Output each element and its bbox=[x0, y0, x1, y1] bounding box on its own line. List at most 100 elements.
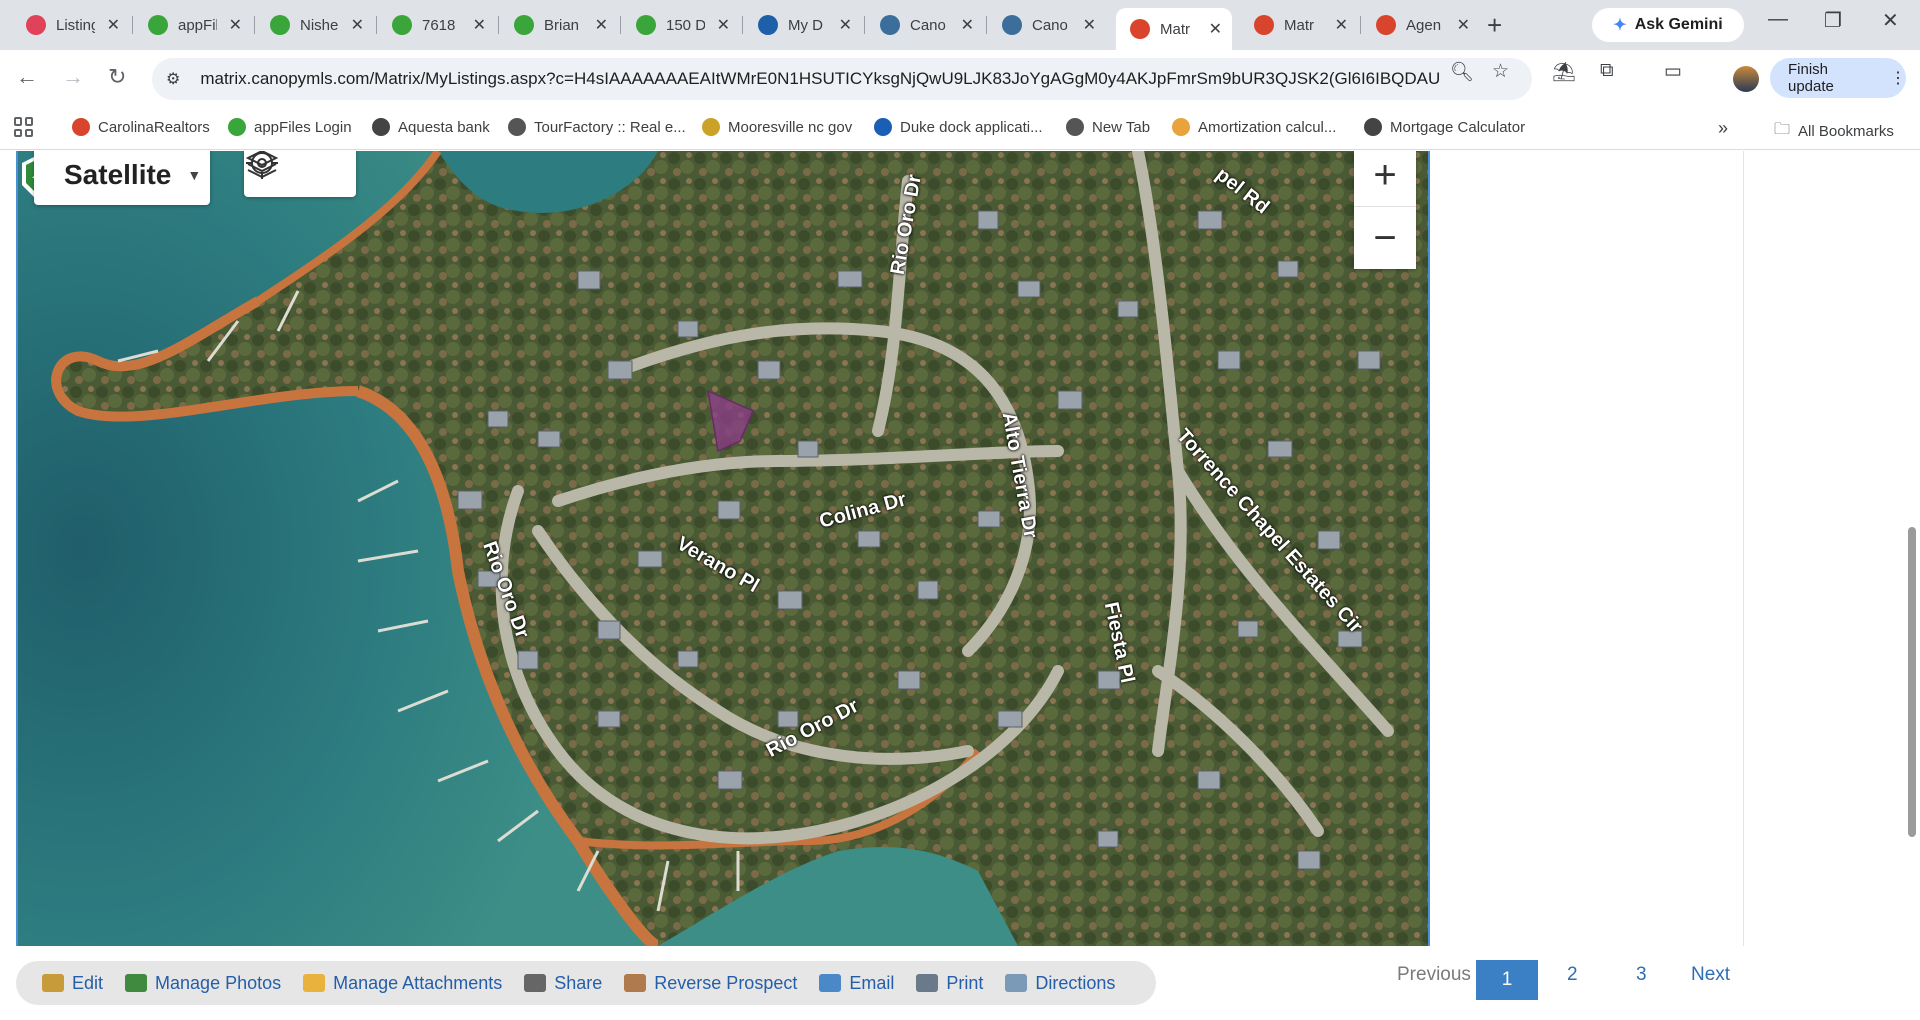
forward-icon[interactable]: → bbox=[62, 64, 84, 90]
close-tab-icon[interactable]: ✕ bbox=[961, 15, 974, 35]
bookmark-star-icon[interactable]: ☆ bbox=[1492, 60, 1509, 83]
profile-avatar[interactable] bbox=[1733, 66, 1759, 92]
tab-title: Cano bbox=[910, 16, 946, 34]
browser-tab[interactable]: Agen ✕ bbox=[1362, 8, 1480, 42]
extension-icon[interactable]: ⛱ bbox=[1552, 60, 1576, 84]
bookmark-label: Mooresville nc gov bbox=[728, 118, 853, 136]
close-tab-icon[interactable]: ✕ bbox=[351, 15, 364, 35]
bookmark-favicon-icon bbox=[874, 118, 892, 136]
browser-tab[interactable]: Nishe ✕ bbox=[256, 8, 374, 42]
tab-title: Listings bbox=[56, 16, 95, 34]
tab-separator bbox=[376, 16, 377, 34]
bookmark-item[interactable]: Mooresville nc gov bbox=[702, 118, 852, 136]
manage-photos-button[interactable]: Manage Photos bbox=[125, 973, 281, 994]
zoom-lens-icon[interactable]: 🔍︎ bbox=[1450, 60, 1474, 84]
extensions-puzzle-icon[interactable]: ⧉ bbox=[1600, 60, 1614, 82]
browser-tab[interactable]: Brian ✕ bbox=[500, 8, 618, 42]
bookmark-favicon-icon bbox=[702, 118, 720, 136]
url-text[interactable]: matrix.canopymls.com/Matrix/MyListings.a… bbox=[200, 69, 1440, 89]
reload-icon[interactable]: ↻ bbox=[108, 64, 126, 90]
close-tab-icon[interactable]: ✕ bbox=[1335, 15, 1348, 35]
browser-tab[interactable]: appFiles ✕ bbox=[134, 8, 252, 42]
bookmark-label: Mortgage Calculator bbox=[1390, 118, 1526, 136]
tab-title: Agen bbox=[1406, 16, 1442, 34]
action-label: Directions bbox=[1035, 972, 1116, 993]
back-icon[interactable]: ← bbox=[16, 64, 38, 90]
tab-title: 150 D bbox=[666, 16, 705, 34]
close-tab-icon[interactable]: ✕ bbox=[473, 15, 486, 35]
bookmark-item[interactable]: Aquesta bank bbox=[372, 118, 490, 136]
bookmark-item[interactable]: Duke dock applicati... bbox=[874, 118, 1043, 136]
pager-page-2[interactable]: 2 bbox=[1567, 964, 1578, 986]
close-tab-icon[interactable]: ✕ bbox=[595, 15, 608, 35]
close-tab-icon[interactable]: ✕ bbox=[1083, 15, 1096, 35]
email-button[interactable]: Email bbox=[819, 973, 894, 994]
tab-title: Cano bbox=[1032, 16, 1068, 34]
pager-previous[interactable]: Previous bbox=[1397, 964, 1471, 986]
apps-grid-icon[interactable] bbox=[14, 117, 34, 137]
finish-update-label: Finish update bbox=[1788, 61, 1834, 95]
listing-action-bar: Edit Manage Photos Manage Attachments Share… bbox=[16, 961, 1156, 1005]
pager-page-1[interactable]: 1 bbox=[1476, 960, 1538, 1000]
bookmark-label: Amortization calcul... bbox=[1198, 118, 1337, 136]
close-tab-icon[interactable]: ✕ bbox=[717, 15, 730, 35]
bookmark-item[interactable]: appFiles Login bbox=[228, 118, 352, 136]
close-tab-icon[interactable]: ✕ bbox=[107, 15, 120, 35]
restore-icon[interactable]: ❐ bbox=[1824, 8, 1842, 33]
canopy-icon bbox=[1002, 15, 1022, 35]
map-type-dropdown[interactable]: Satellite ▼ bbox=[34, 151, 210, 205]
close-tab-icon[interactable]: ✕ bbox=[1209, 19, 1222, 39]
scrollbar-thumb[interactable] bbox=[1908, 527, 1916, 837]
browser-tab[interactable]: Matr ✕ bbox=[1116, 8, 1232, 50]
tab-separator bbox=[132, 16, 133, 34]
zoom-out-button[interactable]: − bbox=[1354, 207, 1416, 269]
browser-tab[interactable]: Matr ✕ bbox=[1240, 8, 1358, 42]
edit-button[interactable]: Edit bbox=[42, 973, 103, 994]
bookmark-item[interactable]: TourFactory :: Real e... bbox=[508, 118, 686, 136]
new-tab-button[interactable]: + bbox=[1487, 10, 1502, 41]
pager-page-3[interactable]: 3 bbox=[1636, 964, 1647, 986]
canopy-icon bbox=[880, 15, 900, 35]
action-label: Edit bbox=[72, 972, 104, 993]
minimize-icon[interactable]: — bbox=[1768, 8, 1788, 31]
close-tab-icon[interactable]: ✕ bbox=[229, 15, 242, 35]
close-tab-icon[interactable]: ✕ bbox=[839, 15, 852, 35]
map-tools bbox=[244, 151, 356, 197]
bookmark-item[interactable]: Amortization calcul... bbox=[1172, 118, 1336, 136]
all-bookmarks-button[interactable]: 🗀 All Bookmarks bbox=[1774, 118, 1894, 145]
browser-tab[interactable]: 7618 ✕ bbox=[378, 8, 496, 42]
manage-attachments-button[interactable]: Manage Attachments bbox=[303, 973, 502, 994]
browser-tab[interactable]: Cano ✕ bbox=[988, 8, 1106, 42]
tab-separator bbox=[498, 16, 499, 34]
bookmark-item[interactable]: New Tab bbox=[1066, 118, 1150, 136]
reverse-prospect-button[interactable]: Reverse Prospect bbox=[624, 973, 797, 994]
share-button[interactable]: Share bbox=[524, 973, 602, 994]
bookmark-item[interactable]: CarolinaRealtors bbox=[72, 118, 210, 136]
pager-next[interactable]: Next bbox=[1691, 964, 1730, 986]
close-tab-icon[interactable]: ✕ bbox=[1457, 15, 1470, 35]
bookmark-label: New Tab bbox=[1092, 118, 1151, 136]
bookmark-label: Duke dock applicati... bbox=[900, 118, 1043, 136]
finish-update-button[interactable]: Finish update ⋮ bbox=[1770, 58, 1906, 98]
appfiles-icon bbox=[270, 15, 290, 35]
cast-icon[interactable]: ▭ bbox=[1664, 60, 1682, 83]
bookmark-favicon-icon bbox=[1066, 118, 1084, 136]
address-bar[interactable]: ⚙ matrix.canopymls.com/Matrix/MyListings… bbox=[152, 58, 1532, 100]
bookmark-item[interactable]: Mortgage Calculator bbox=[1364, 118, 1525, 136]
ask-gemini-button[interactable]: ✦ Ask Gemini bbox=[1592, 8, 1744, 42]
tab-title: Brian bbox=[544, 16, 580, 34]
share-icon bbox=[524, 974, 547, 992]
browser-tab[interactable]: My D ✕ bbox=[744, 8, 862, 42]
browser-tab[interactable]: Listings ✕ bbox=[12, 8, 130, 42]
tab-title: 7618 bbox=[422, 16, 456, 34]
bookmarks-overflow-icon[interactable]: » bbox=[1718, 118, 1728, 139]
close-window-icon[interactable]: ✕ bbox=[1882, 8, 1899, 33]
browser-tab[interactable]: 150 D ✕ bbox=[622, 8, 740, 42]
directions-button[interactable]: Directions bbox=[1005, 973, 1115, 994]
zoom-in-button[interactable]: + bbox=[1354, 151, 1416, 207]
site-settings-icon[interactable]: ⚙ bbox=[166, 69, 180, 89]
satellite-map[interactable]: Rio Oro Dr Alto Tierra Dr Colina Dr Vera… bbox=[16, 151, 1430, 946]
locate-icon[interactable] bbox=[244, 151, 280, 181]
browser-tab[interactable]: Cano ✕ bbox=[866, 8, 984, 42]
print-button[interactable]: Print bbox=[916, 973, 983, 994]
